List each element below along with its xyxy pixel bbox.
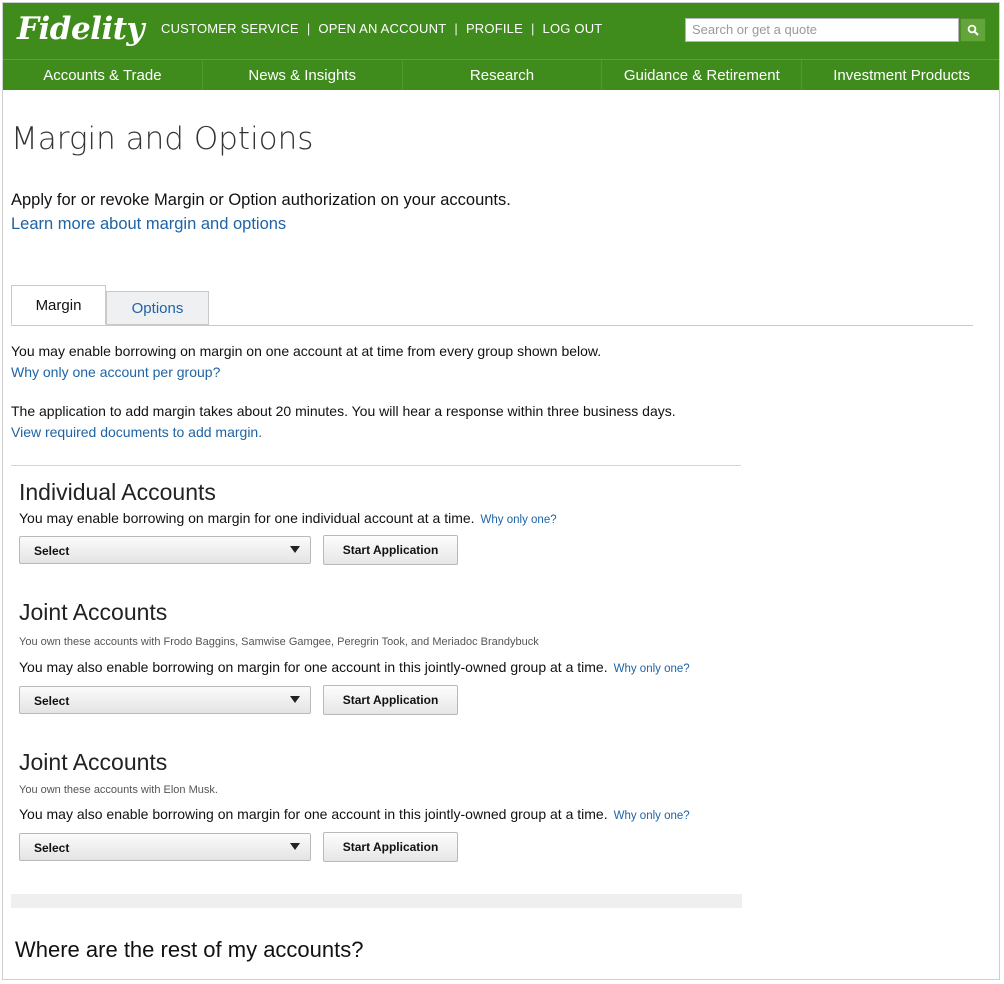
required-documents-link[interactable]: View required documents to add margin.: [11, 424, 262, 440]
why-only-one-link[interactable]: Why only one?: [614, 663, 690, 675]
section-description-text: You may also enable borrowing on margin …: [19, 806, 608, 822]
section-description-text: You may also enable borrowing on margin …: [19, 659, 608, 675]
intro-text: Apply for or revoke Margin or Option aut…: [11, 191, 511, 209]
nav-accounts-trade[interactable]: Accounts & Trade: [3, 60, 203, 90]
log-out-link[interactable]: LOG OUT: [543, 21, 603, 36]
fidelity-logo[interactable]: Fidelity: [17, 11, 145, 47]
tab-bar: Margin Options: [11, 285, 973, 326]
page-frame: Fidelity CUSTOMER SERVICE | OPEN AN ACCO…: [2, 2, 1000, 980]
application-time-text: The application to add margin takes abou…: [11, 403, 676, 419]
nav-investment-products[interactable]: Investment Products: [802, 60, 999, 90]
learn-more-link[interactable]: Learn more about margin and options: [11, 215, 286, 234]
page-title: Margin and Options: [11, 121, 314, 157]
top-bar: Fidelity CUSTOMER SERVICE | OPEN AN ACCO…: [3, 3, 999, 59]
search-input[interactable]: Search or get a quote: [685, 18, 959, 42]
section-title: Individual Accounts: [19, 479, 216, 505]
margin-info-text: You may enable borrowing on margin on on…: [11, 343, 602, 359]
nav-guidance-retirement[interactable]: Guidance & Retirement: [602, 60, 803, 90]
why-only-one-link[interactable]: Why only one?: [481, 514, 557, 526]
why-only-one-link[interactable]: Why only one?: [614, 810, 690, 822]
profile-link[interactable]: PROFILE: [466, 21, 523, 36]
account-select[interactable]: Select: [19, 833, 311, 861]
dropdown-arrow-icon: [290, 696, 300, 703]
account-owners-text: You own these accounts with Frodo Baggin…: [19, 636, 539, 648]
open-account-link[interactable]: OPEN AN ACCOUNT: [318, 21, 446, 36]
divider: [11, 465, 741, 466]
section-description: You may enable borrowing on margin for o…: [19, 510, 557, 526]
customer-service-link[interactable]: CUSTOMER SERVICE: [161, 21, 299, 36]
account-select[interactable]: Select: [19, 686, 311, 714]
search-icon: [967, 24, 979, 36]
why-one-per-group-link[interactable]: Why only one account per group?: [11, 364, 220, 380]
search-button[interactable]: [960, 18, 986, 42]
section-description: You may also enable borrowing on margin …: [19, 659, 690, 675]
section-title: Joint Accounts: [19, 599, 168, 625]
link-separator: |: [454, 21, 458, 36]
account-owners-text: You own these accounts with Elon Musk.: [19, 784, 218, 796]
account-select-value: Select: [34, 841, 70, 855]
rest-of-accounts-heading: Where are the rest of my accounts?: [15, 937, 364, 962]
link-separator: |: [306, 21, 311, 36]
start-application-button[interactable]: Start Application: [323, 832, 458, 862]
start-application-button[interactable]: Start Application: [323, 535, 458, 565]
tab-margin[interactable]: Margin: [11, 285, 106, 325]
utility-links: CUSTOMER SERVICE | OPEN AN ACCOUNT | PRO…: [161, 21, 602, 36]
tab-options[interactable]: Options: [106, 291, 209, 325]
account-select[interactable]: Select: [19, 536, 311, 564]
section-description: You may also enable borrowing on margin …: [19, 806, 690, 822]
account-select-value: Select: [34, 694, 70, 708]
dropdown-arrow-icon: [290, 843, 300, 850]
nav-news-insights[interactable]: News & Insights: [203, 60, 403, 90]
account-select-value: Select: [34, 544, 70, 558]
link-separator: |: [530, 21, 535, 36]
section-title: Joint Accounts: [19, 749, 168, 775]
section-description-text: You may enable borrowing on margin for o…: [19, 510, 475, 526]
section-divider-band: [11, 894, 742, 908]
main-nav: Accounts & Trade News & Insights Researc…: [3, 59, 999, 90]
dropdown-arrow-icon: [290, 546, 300, 553]
start-application-button[interactable]: Start Application: [323, 685, 458, 715]
nav-research[interactable]: Research: [403, 60, 603, 90]
